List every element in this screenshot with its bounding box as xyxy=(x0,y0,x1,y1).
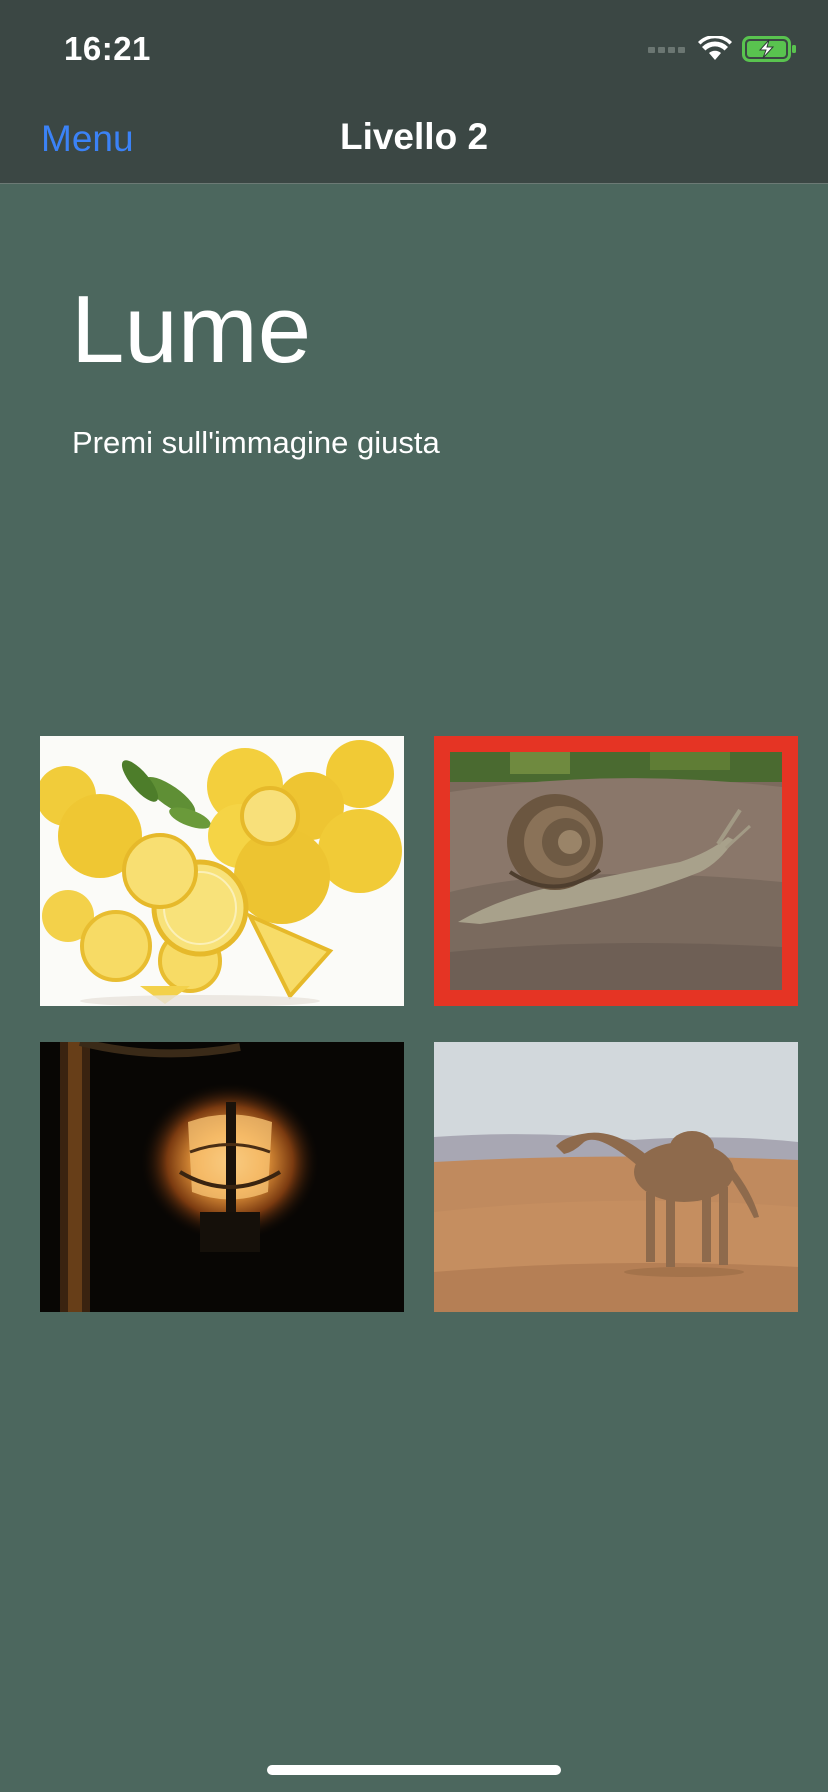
nav-title: Livello 2 xyxy=(339,116,489,157)
lemons-image xyxy=(40,736,404,1006)
instruction-text: Premi sull'immagine giusta xyxy=(72,425,440,460)
top-bar: 16:21 Menu Livello 2 xyxy=(0,0,828,184)
choice-image-lemons[interactable] xyxy=(40,736,404,1006)
camel-image xyxy=(434,1042,798,1312)
cellular-signal-icon xyxy=(648,47,685,53)
status-icons xyxy=(648,34,798,64)
home-indicator[interactable] xyxy=(267,1765,561,1775)
status-time: 16:21 xyxy=(64,30,151,67)
snail-image xyxy=(450,752,782,990)
choice-image-camel[interactable] xyxy=(434,1042,798,1312)
lantern-image xyxy=(40,1042,404,1312)
battery-charging-icon xyxy=(742,36,796,62)
choice-image-snail[interactable] xyxy=(434,736,798,1006)
wifi-icon xyxy=(698,36,732,60)
choice-image-lantern[interactable] xyxy=(40,1042,404,1312)
target-word: Lume xyxy=(71,276,312,383)
